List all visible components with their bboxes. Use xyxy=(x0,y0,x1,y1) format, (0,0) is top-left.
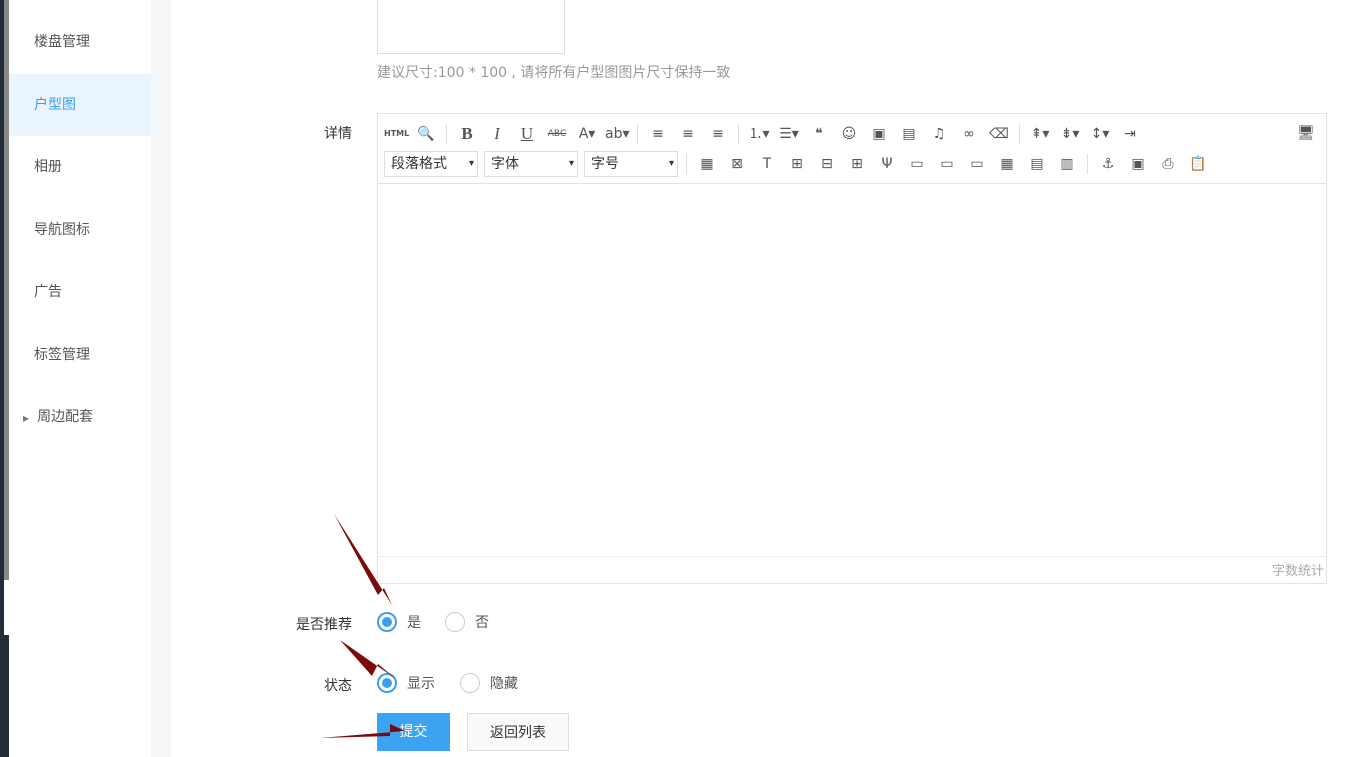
preview-icon[interactable]: 🔍 xyxy=(414,123,438,145)
back-to-list-button[interactable]: 返回列表 xyxy=(467,713,569,751)
radio-checked-icon xyxy=(377,673,397,693)
radio-unchecked-icon xyxy=(460,673,480,693)
radio-label: 隐藏 xyxy=(490,676,518,692)
sidebar-item-building[interactable]: 楼盘管理 xyxy=(9,11,151,73)
link-icon[interactable]: ∞ xyxy=(957,123,981,145)
radio-label: 显示 xyxy=(407,676,435,692)
submit-button[interactable]: 提交 xyxy=(377,713,450,751)
split-cols-icon[interactable]: ▥ xyxy=(1055,153,1079,175)
template-icon[interactable]: ▣ xyxy=(1126,153,1150,175)
sidebar-item-ads[interactable]: 广告 xyxy=(9,261,151,323)
italic-icon[interactable]: I xyxy=(485,123,509,145)
sidebar-item-floorplan[interactable]: 户型图 xyxy=(9,74,151,136)
insert-col-icon[interactable]: ⊞ xyxy=(845,153,869,175)
toolbar-separator xyxy=(1019,124,1020,144)
merge-right-icon[interactable]: ▭ xyxy=(935,153,959,175)
radio-checked-icon xyxy=(377,612,397,632)
indent-icon[interactable]: ⇥ xyxy=(1118,123,1142,145)
row-spacing-icon[interactable]: ⇟▾ xyxy=(1058,123,1082,145)
align-left-icon[interactable]: ≡ xyxy=(646,123,670,145)
fullscreen-icon[interactable]: 🖥 xyxy=(1294,122,1318,144)
paragraph-format-select[interactable]: 段落格式 xyxy=(384,151,478,177)
html-icon[interactable]: HTML xyxy=(384,123,409,145)
emoji-icon[interactable]: ☺ xyxy=(837,123,861,145)
table-title-icon[interactable]: T xyxy=(755,153,779,175)
font-family-select[interactable]: 字体 xyxy=(484,151,578,177)
toolbar-separator xyxy=(1087,154,1088,174)
quote-icon[interactable]: ❝ xyxy=(807,123,831,145)
split-rows-icon[interactable]: ▤ xyxy=(1025,153,1049,175)
caret-right-icon: ▶ xyxy=(23,414,30,423)
rich-text-editor: HTML 🔍 B I U ABC A▾ ab▾ ≡ ≡ ≡ ⒈▾ ☰▾ ❝ ☺ ▣ ▤ ♫ ∞ ⌫ ⇞▾ ⇟▾ ↕▾ ⇥ 段落… xyxy=(377,113,1327,584)
image-upload-preview[interactable] xyxy=(377,0,565,54)
toolbar-separator xyxy=(738,124,739,144)
line-height-icon[interactable]: ↕▾ xyxy=(1088,123,1112,145)
nav-label: 户型图 xyxy=(34,97,76,113)
recommend-no-radio[interactable]: 否 xyxy=(445,612,489,632)
toolbar-separator xyxy=(637,124,638,144)
status-show-radio[interactable]: 显示 xyxy=(377,673,435,693)
font-color-icon[interactable]: A▾ xyxy=(575,123,599,145)
insert-row-icon[interactable]: ⊞ xyxy=(785,153,809,175)
split-cells-icon[interactable]: ▦ xyxy=(995,153,1019,175)
status-hide-radio[interactable]: 隐藏 xyxy=(460,673,518,693)
sidebar: 楼盘管理 户型图 相册 导航图标 广告 标签管理 ▶ 周边配套 xyxy=(9,0,151,757)
video-icon[interactable]: ▤ xyxy=(897,123,921,145)
print-icon[interactable]: ⎙ xyxy=(1156,153,1180,175)
merge-down-icon[interactable]: ▭ xyxy=(965,153,989,175)
nav-label: 楼盘管理 xyxy=(34,34,90,50)
align-center-icon[interactable]: ≡ xyxy=(676,123,700,145)
editor-body[interactable] xyxy=(378,184,1326,556)
recommend-label: 是否推荐 xyxy=(296,617,352,633)
sidebar-item-tags[interactable]: 标签管理 xyxy=(9,324,151,386)
merge-cells-icon[interactable]: ▭ xyxy=(905,153,929,175)
insert-table-icon[interactable]: ▦ xyxy=(695,153,719,175)
align-right-icon[interactable]: ≡ xyxy=(706,123,730,145)
toolbar-separator xyxy=(446,124,447,144)
paste-icon[interactable]: 📋 xyxy=(1186,153,1210,175)
bold-icon[interactable]: B xyxy=(455,123,479,145)
word-count: 字数统计 xyxy=(1271,564,1324,579)
recommend-yes-radio[interactable]: 是 xyxy=(377,612,421,632)
sidebar-item-nav-icons[interactable]: 导航图标 xyxy=(9,199,151,261)
delete-table-icon[interactable]: ⊠ xyxy=(725,153,749,175)
nav-label: 周边配套 xyxy=(37,409,94,425)
font-size-select[interactable]: 字号 xyxy=(584,151,678,177)
status-label: 状态 xyxy=(324,678,352,694)
highlight-icon[interactable]: ab▾ xyxy=(605,123,630,145)
radio-label: 是 xyxy=(407,615,421,631)
strikethrough-icon[interactable]: ABC xyxy=(545,123,569,145)
unordered-list-icon[interactable]: ☰▾ xyxy=(777,123,801,145)
ordered-list-icon[interactable]: ⒈▾ xyxy=(747,123,771,145)
editor-toolbar: HTML 🔍 B I U ABC A▾ ab▾ ≡ ≡ ≡ ⒈▾ ☰▾ ❝ ☺ ▣ ▤ ♫ ∞ ⌫ ⇞▾ ⇟▾ ↕▾ ⇥ 段落… xyxy=(378,114,1326,184)
nav-label: 导航图标 xyxy=(34,222,90,238)
paragraph-spacing-icon[interactable]: ⇞▾ xyxy=(1028,123,1052,145)
delete-col-icon[interactable]: Ψ xyxy=(875,153,899,175)
image-icon[interactable]: ▣ xyxy=(867,123,891,145)
nav-label: 标签管理 xyxy=(34,347,90,363)
sidebar-item-album[interactable]: 相册 xyxy=(9,136,151,198)
radio-unchecked-icon xyxy=(445,612,465,632)
delete-row-icon[interactable]: ⊟ xyxy=(815,153,839,175)
music-icon[interactable]: ♫ xyxy=(927,123,951,145)
underline-icon[interactable]: U xyxy=(515,123,539,145)
radio-label: 否 xyxy=(475,615,489,631)
image-size-hint: 建议尺寸:100 * 100 , 请将所有户型图图片尺寸保持一致 xyxy=(377,65,731,81)
sidebar-item-surroundings[interactable]: ▶ 周边配套 xyxy=(9,386,151,448)
anchor-icon[interactable]: ⚓ xyxy=(1096,153,1120,175)
eraser-icon[interactable]: ⌫ xyxy=(987,123,1011,145)
nav-label: 广告 xyxy=(34,284,62,300)
detail-label: 详情 xyxy=(324,126,352,142)
nav-label: 相册 xyxy=(34,159,62,175)
content-gutter xyxy=(151,0,171,757)
